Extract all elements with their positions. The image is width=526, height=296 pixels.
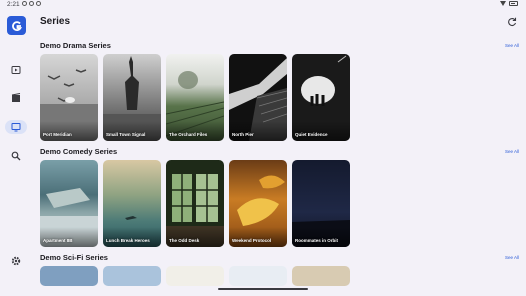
- search-icon: [11, 151, 21, 161]
- series-title: Apartment 8B: [43, 238, 73, 243]
- series-card[interactable]: The Odd Desk: [166, 160, 224, 247]
- series-card[interactable]: Small Town Signal: [103, 54, 161, 141]
- series-card[interactable]: [166, 266, 224, 286]
- notification-icon: [29, 1, 34, 6]
- series-card[interactable]: [40, 266, 98, 286]
- navigation-rail: [0, 10, 32, 296]
- section-title: Demo Sci-Fi Series: [40, 253, 108, 262]
- notification-icon: [22, 1, 27, 6]
- series-title: Roommates in Orbit: [295, 238, 339, 243]
- series-title: Lunch Break Heroes: [106, 238, 150, 243]
- series-card[interactable]: Port Meridian: [40, 54, 98, 141]
- series-card[interactable]: [103, 266, 161, 286]
- drama-row: Port Meridian Small Town Signal The Orch…: [40, 54, 350, 141]
- series-title: North Pier: [232, 132, 254, 137]
- section-title: Demo Comedy Series: [40, 147, 118, 156]
- home-indicator[interactable]: [218, 288, 308, 290]
- series-card[interactable]: Apartment 8B: [40, 160, 98, 247]
- series-title: Small Town Signal: [106, 132, 146, 137]
- series-title: The Odd Desk: [169, 238, 200, 243]
- status-time: 2:21: [7, 1, 20, 8]
- series-card[interactable]: Quiet Evidence: [292, 54, 350, 141]
- series-title: Port Meridian: [43, 132, 72, 137]
- series-card[interactable]: Roommates in Orbit: [292, 160, 350, 247]
- see-all-link[interactable]: See All: [505, 149, 519, 154]
- app-logo[interactable]: [7, 16, 26, 35]
- nav-search[interactable]: [5, 149, 27, 163]
- series-card[interactable]: Lunch Break Heroes: [103, 160, 161, 247]
- settings-icon: [11, 256, 21, 266]
- movie-icon: [11, 93, 21, 102]
- status-bar: 2:21: [0, 0, 526, 10]
- nav-settings[interactable]: [5, 254, 27, 268]
- nav-play[interactable]: [5, 63, 27, 77]
- series-title: The Orchard Files: [169, 132, 208, 137]
- series-card[interactable]: Weekend Protocol: [229, 160, 287, 247]
- series-title: Weekend Protocol: [232, 238, 272, 243]
- section-title: Demo Drama Series: [40, 41, 111, 50]
- page-title: Series: [40, 16, 71, 27]
- notification-icon: [36, 1, 41, 6]
- play-icon: [11, 66, 21, 74]
- nav-series[interactable]: [5, 120, 27, 134]
- tv-icon: [11, 123, 21, 132]
- wifi-icon: [500, 1, 506, 6]
- series-card[interactable]: The Orchard Files: [166, 54, 224, 141]
- scifi-row: [40, 266, 350, 286]
- nav-movies[interactable]: [5, 91, 27, 105]
- see-all-link[interactable]: See All: [505, 43, 519, 48]
- series-card[interactable]: [229, 266, 287, 286]
- battery-icon: [509, 1, 518, 6]
- comedy-row: Apartment 8B Lunch Break Heroes The Odd …: [40, 160, 350, 247]
- series-title: Quiet Evidence: [295, 132, 328, 137]
- see-all-link[interactable]: See All: [505, 255, 519, 260]
- series-card[interactable]: North Pier: [229, 54, 287, 141]
- series-card[interactable]: [292, 266, 350, 286]
- refresh-icon[interactable]: [507, 17, 517, 27]
